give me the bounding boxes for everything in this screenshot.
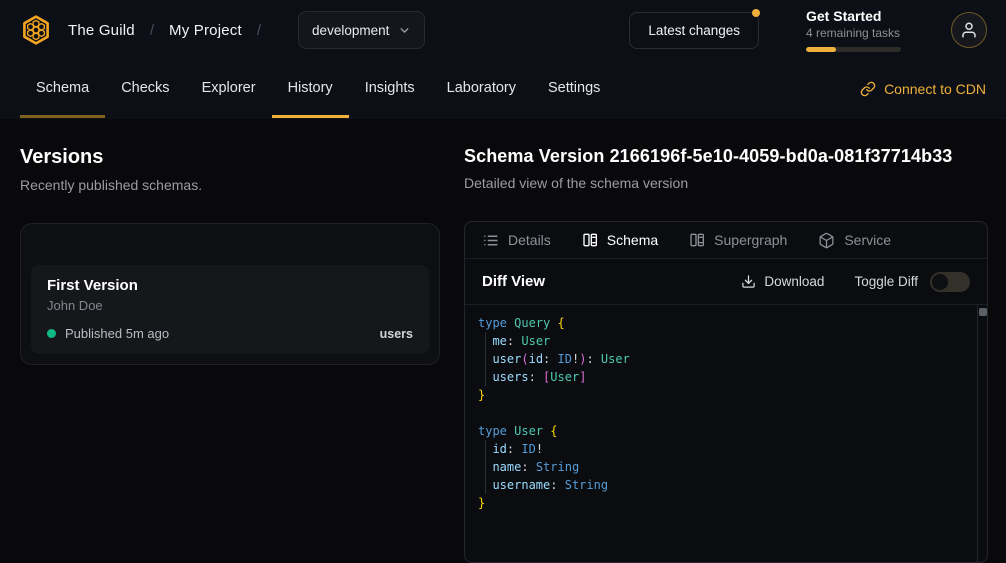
version-meta-row: Published 5m ago users [47,326,413,341]
code-line: id: ID! [478,440,963,458]
user-menu-button[interactable] [951,12,987,48]
tab-label: Schema [36,80,89,96]
tab-label: History [288,80,333,96]
schema-version-title: Schema Version 2166196f-5e10-4059-bd0a-0… [464,146,988,167]
columns-icon [689,232,705,248]
main-content: Versions Recently published schemas. Fir… [0,119,1006,563]
version-status: Published 5m ago [47,326,169,341]
version-author: John Doe [47,298,413,313]
detail-tab-label: Details [508,232,551,248]
nav-tab-list: Schema Checks Explorer History Insights … [20,60,616,118]
code-line: type Query { [478,314,963,332]
versions-subtitle: Recently published schemas. [20,177,440,193]
code-line: users: [User] [478,368,963,386]
tab-explorer[interactable]: Explorer [186,60,272,118]
detail-tab-list: Details Schema Supergraph [465,222,987,259]
versions-list: First Version John Doe Published 5m ago … [20,223,440,365]
tab-details[interactable]: Details [482,232,551,249]
get-started-widget[interactable]: Get Started 4 remaining tasks [806,8,901,52]
schema-code-viewer[interactable]: type Query { me: User user(id: ID!): Use… [465,305,987,562]
get-started-progress-fill [806,47,836,52]
versions-title: Versions [20,146,440,169]
version-service-badge: users [380,327,413,341]
tab-schema[interactable]: Schema [20,60,105,118]
version-detail-panel: Schema Version 2166196f-5e10-4059-bd0a-0… [464,119,988,563]
tab-label: Explorer [202,80,256,96]
toggle-knob [932,274,948,290]
environment-selector[interactable]: development [298,11,425,49]
tab-checks[interactable]: Checks [105,60,185,118]
download-button[interactable]: Download [741,274,824,289]
tab-label: Settings [548,80,600,96]
version-name: First Version [47,277,413,294]
tab-history[interactable]: History [272,60,349,118]
list-icon [482,232,499,249]
toggle-diff-label: Toggle Diff [854,274,918,289]
toggle-diff-switch[interactable] [930,272,970,292]
columns-icon [582,232,598,248]
breadcrumb-org[interactable]: The Guild [68,22,135,39]
environment-label: development [312,23,389,38]
diff-view-actions: Download Toggle Diff [741,272,970,292]
tab-supergraph[interactable]: Supergraph [689,232,787,248]
code-line: user(id: ID!): User [478,350,963,368]
box-icon [818,232,835,249]
diff-view-header: Diff View Download Toggle Diff [465,259,987,305]
code-block: type Query { me: User user(id: ID!): Use… [478,314,963,512]
connect-to-cdn-link[interactable]: Connect to CDN [860,60,986,118]
link-icon [860,81,876,97]
main-nav: Schema Checks Explorer History Insights … [0,60,1006,119]
version-status-label: Published 5m ago [65,326,169,341]
tab-service[interactable]: Service [818,232,891,249]
tab-insights[interactable]: Insights [349,60,431,118]
breadcrumb-project[interactable]: My Project [169,22,242,39]
tab-label: Insights [365,80,415,96]
hive-logo[interactable] [20,14,52,46]
published-status-dot [47,329,56,338]
code-line: type User { [478,422,963,440]
detail-tab-label: Schema [607,232,658,248]
detail-tab-label: Supergraph [714,232,787,248]
get-started-subtitle: 4 remaining tasks [806,26,901,41]
code-line [478,404,963,422]
diff-view-title: Diff View [482,273,545,290]
top-bar: The Guild / My Project / development Lat… [0,0,1006,60]
download-label: Download [764,274,824,289]
user-icon [960,21,978,39]
code-line: name: String [478,458,963,476]
tab-settings[interactable]: Settings [532,60,616,118]
hive-logo-icon [20,14,52,46]
code-line: } [478,494,963,512]
tab-label: Checks [121,80,169,96]
notification-dot [752,9,760,17]
breadcrumb-separator: / [257,22,261,39]
code-line: username: String [478,476,963,494]
latest-changes-button[interactable]: Latest changes [629,12,759,49]
cdn-link-label: Connect to CDN [884,81,986,97]
tab-label: Laboratory [447,80,516,96]
schema-version-subtitle: Detailed view of the schema version [464,175,988,191]
tab-laboratory[interactable]: Laboratory [431,60,532,118]
detail-tab-label: Service [844,232,891,248]
breadcrumb: The Guild / My Project / [68,22,276,39]
code-line: me: User [478,332,963,350]
versions-panel: Versions Recently published schemas. Fir… [20,119,440,563]
download-icon [741,274,756,289]
chevron-down-icon [398,24,411,37]
version-list-item[interactable]: First Version John Doe Published 5m ago … [31,265,429,354]
get-started-progress [806,47,901,52]
vertical-scrollbar[interactable] [977,305,987,562]
code-line: } [478,386,963,404]
schema-version-card: Details Schema Supergraph [464,221,988,563]
latest-changes-label: Latest changes [648,23,740,38]
get-started-title: Get Started [806,8,901,25]
tab-schema-view[interactable]: Schema [582,232,658,248]
scrollbar-thumb[interactable] [979,308,987,316]
breadcrumb-separator: / [150,22,154,39]
